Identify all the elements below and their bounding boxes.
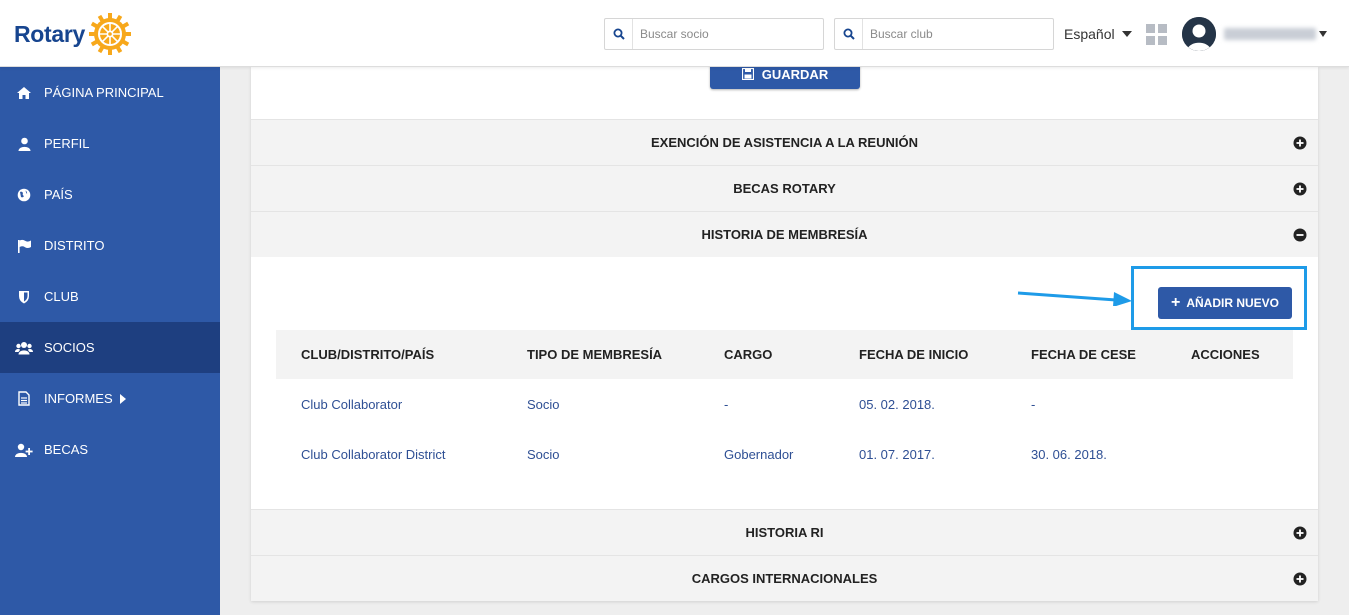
chevron-down-icon <box>1121 31 1132 37</box>
save-label: GUARDAR <box>761 66 829 82</box>
language-selector[interactable]: Español <box>1064 26 1132 42</box>
membership-history-table: CLUB/DISTRITO/PAÍS TIPO DE MEMBRESÍA CAR… <box>276 330 1293 479</box>
sidebar-item-label: PERFIL <box>44 136 90 151</box>
section-ri-history[interactable]: HISTORIA RI <box>251 509 1318 555</box>
search-club-box <box>834 18 1054 50</box>
section-rotary-grants[interactable]: BECAS ROTARY <box>251 165 1318 211</box>
language-label: Español <box>1064 26 1115 42</box>
section-title: HISTORIA DE MEMBRESÍA <box>701 227 868 242</box>
home-icon <box>15 84 33 102</box>
avatar[interactable] <box>1182 17 1216 51</box>
sidebar-item-label: PÁGINA PRINCIPAL <box>44 85 164 100</box>
cell-end-date: 30. 06. 2018. <box>1031 446 1107 462</box>
cell-role: Gobernador <box>724 446 794 462</box>
flag-icon <box>15 237 33 255</box>
column-header: TIPO DE MEMBRESÍA <box>527 347 663 362</box>
apps-grid-icon[interactable] <box>1146 24 1167 45</box>
table-row: Club Collaborator Socio - 05. 02. 2018. … <box>276 379 1293 429</box>
document-icon <box>15 390 33 408</box>
cell-membership-type: Socio <box>527 446 560 462</box>
column-header: FECHA DE CESE <box>1031 347 1136 362</box>
sidebar-item-label: INFORMES <box>44 391 113 406</box>
cell-end-date: - <box>1031 396 1036 412</box>
table-header-row: CLUB/DISTRITO/PAÍS TIPO DE MEMBRESÍA CAR… <box>276 330 1293 379</box>
person-silhouette-icon <box>1182 17 1216 51</box>
users-icon <box>15 339 33 357</box>
section-membership-history[interactable]: HISTORIA DE MEMBRESÍA <box>251 211 1318 257</box>
rotary-logo[interactable]: Rotary <box>14 12 132 56</box>
search-icon[interactable] <box>835 19 863 49</box>
cell-actions <box>1166 429 1293 479</box>
column-header: ACCIONES <box>1191 347 1260 362</box>
add-new-button[interactable]: + AÑADIR NUEVO <box>1158 287 1292 319</box>
sidebar-item-label: SOCIOS <box>44 340 95 355</box>
plus-icon: + <box>1170 294 1181 311</box>
rotary-wheel-icon <box>89 13 132 55</box>
search-club-input[interactable] <box>863 27 1033 41</box>
table-row: Club Collaborator District Socio Goberna… <box>276 429 1293 479</box>
search-icon[interactable] <box>605 19 633 49</box>
floppy-disk-icon <box>741 68 754 80</box>
cell-start-date: 05. 02. 2018. <box>859 396 935 412</box>
column-header: FECHA DE INICIO <box>859 347 969 362</box>
cell-role: - <box>724 396 729 412</box>
section-title: HISTORIA RI <box>745 525 824 540</box>
user-plus-icon <box>15 441 33 459</box>
section-international-roles[interactable]: CARGOS INTERNACIONALES <box>251 555 1318 601</box>
search-member-input[interactable] <box>633 27 803 41</box>
sidebar-item-grants[interactable]: BECAS <box>0 424 220 475</box>
section-title: CARGOS INTERNACIONALES <box>691 571 878 586</box>
sidebar-item-profile[interactable]: PERFIL <box>0 118 220 169</box>
logo-text: Rotary <box>14 20 86 47</box>
user-name-redacted[interactable] <box>1224 28 1316 40</box>
sidebar-item-label: CLUB <box>44 289 79 304</box>
plus-circle-icon[interactable] <box>1293 136 1307 150</box>
search-member-box <box>604 18 824 50</box>
member-panel: GUARDAR EXENCIÓN DE ASISTENCIA A LA REUN… <box>251 59 1318 601</box>
plus-circle-icon[interactable] <box>1293 572 1307 586</box>
chevron-right-icon <box>119 393 126 404</box>
sidebar-item-country[interactable]: PAÍS <box>0 169 220 220</box>
plus-circle-icon[interactable] <box>1293 526 1307 540</box>
user-menu-chevron-icon[interactable] <box>1319 31 1327 37</box>
section-title: BECAS ROTARY <box>733 181 836 196</box>
sidebar-item-home[interactable]: PÁGINA PRINCIPAL <box>0 67 220 118</box>
sidebar-item-members[interactable]: SOCIOS <box>0 322 220 373</box>
column-header: CARGO <box>724 347 773 362</box>
column-header: CLUB/DISTRITO/PAÍS <box>301 347 435 362</box>
sidebar-item-label: PAÍS <box>44 187 73 202</box>
sidebar: PÁGINA PRINCIPAL PERFIL PAÍS DISTRITO CL… <box>0 67 220 615</box>
globe-icon <box>15 186 33 204</box>
cell-membership-type: Socio <box>527 396 560 412</box>
cell-actions <box>1166 379 1293 429</box>
sidebar-item-label: BECAS <box>44 442 89 457</box>
minus-circle-icon[interactable] <box>1293 228 1307 242</box>
cell-club[interactable]: Club Collaborator District <box>276 429 502 479</box>
annotation-arrow-icon <box>1017 291 1132 306</box>
sidebar-item-club[interactable]: CLUB <box>0 271 220 322</box>
cell-start-date: 01. 07. 2017. <box>859 446 935 462</box>
cell-club[interactable]: Club Collaborator <box>276 379 502 429</box>
shield-icon <box>15 288 33 306</box>
sidebar-item-label: DISTRITO <box>44 238 105 253</box>
add-new-label: AÑADIR NUEVO <box>1186 296 1279 310</box>
user-icon <box>15 135 33 153</box>
section-title: EXENCIÓN DE ASISTENCIA A LA REUNIÓN <box>650 135 918 150</box>
top-bar: Rotary Buscar socio Buscar club Español <box>0 0 1349 67</box>
section-attendance-exemption[interactable]: EXENCIÓN DE ASISTENCIA A LA REUNIÓN <box>251 119 1318 165</box>
sidebar-item-reports[interactable]: INFORMES <box>0 373 220 424</box>
plus-circle-icon[interactable] <box>1293 182 1307 196</box>
sidebar-item-district[interactable]: DISTRITO <box>0 220 220 271</box>
